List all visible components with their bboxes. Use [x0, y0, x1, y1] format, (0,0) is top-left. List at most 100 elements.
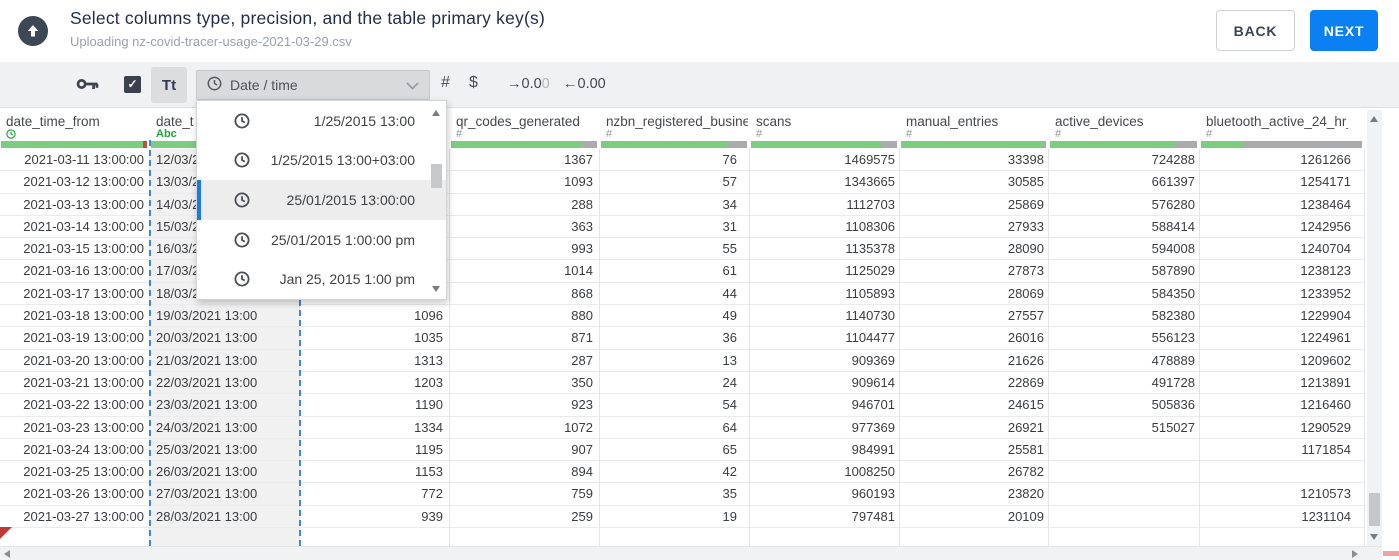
scroll-up-icon[interactable] [432, 110, 440, 116]
table-cell[interactable]: 28/03/2021 13:00 [150, 505, 300, 529]
number-type-button[interactable]: # [441, 74, 450, 92]
table-cell[interactable]: 772 [300, 483, 450, 506]
table-cell[interactable]: 2021-03-22 13:00:00 [0, 394, 150, 417]
table-cell[interactable]: 31 [600, 215, 750, 239]
table-cell[interactable]: 35 [600, 483, 750, 506]
table-cell[interactable]: 1334 [300, 416, 450, 439]
table-cell[interactable]: 1224961 [1200, 327, 1365, 350]
table-cell[interactable] [1049, 438, 1200, 462]
table-cell[interactable]: 26016 [900, 327, 1049, 350]
table-cell[interactable]: 27933 [900, 215, 1049, 239]
table-cell[interactable] [750, 528, 900, 548]
table-cell[interactable]: 1153 [300, 461, 450, 484]
table-cell[interactable]: 2021-03-14 13:00:00 [0, 215, 150, 239]
table-cell[interactable]: 582380 [1049, 305, 1200, 328]
boolean-type-checkbox[interactable]: ✓ [124, 76, 141, 93]
scroll-right-icon[interactable] [1352, 550, 1358, 558]
table-cell[interactable]: 1233952 [1200, 282, 1365, 306]
table-cell[interactable]: 30585 [900, 171, 1049, 194]
table-cell[interactable] [600, 528, 750, 548]
table-cell[interactable]: 1240704 [1200, 238, 1365, 261]
table-cell[interactable]: 1313 [300, 349, 450, 372]
table-cell[interactable]: 1135378 [750, 238, 900, 261]
dropdown-scrollbar-thumb[interactable] [431, 164, 442, 188]
table-cell[interactable]: 33398 [900, 149, 1049, 172]
table-cell[interactable]: 28090 [900, 238, 1049, 261]
table-cell[interactable]: 26782 [900, 461, 1049, 484]
table-cell[interactable]: 23820 [900, 483, 1049, 506]
table-cell[interactable]: 44 [600, 282, 750, 306]
table-cell[interactable]: 587890 [1049, 260, 1200, 283]
table-cell[interactable]: 2021-03-27 13:00:00 [0, 505, 150, 529]
table-cell[interactable]: 1213891 [1200, 371, 1365, 395]
table-cell[interactable]: 24615 [900, 394, 1049, 417]
table-cell[interactable]: 1105893 [750, 282, 900, 306]
table-cell[interactable]: 76 [600, 149, 750, 172]
table-cell[interactable]: 923 [450, 394, 600, 417]
table-cell[interactable]: 26/03/2021 13:00 [150, 461, 300, 484]
table-cell[interactable]: 1108306 [750, 215, 900, 239]
back-button[interactable]: BACK [1216, 10, 1295, 51]
table-cell[interactable]: 939 [300, 505, 450, 529]
table-cell[interactable] [1049, 528, 1200, 548]
table-cell[interactable]: 1195 [300, 438, 450, 462]
table-cell[interactable] [150, 528, 300, 548]
table-cell[interactable]: 907 [450, 438, 600, 462]
table-cell[interactable]: 2021-03-15 13:00:00 [0, 238, 150, 261]
table-cell[interactable]: 1209602 [1200, 349, 1365, 372]
text-type-button[interactable]: Tt [151, 67, 187, 103]
table-cell[interactable] [450, 528, 600, 548]
dropdown-option[interactable]: Jan 25, 2015 1:00 pm [197, 259, 446, 299]
table-cell[interactable]: 880 [450, 305, 600, 328]
column-header[interactable]: bluetooth_active_24_hr_ # [1200, 110, 1365, 141]
table-cell[interactable]: 1261266 [1200, 149, 1365, 172]
column-header[interactable]: scans # [750, 110, 900, 141]
table-cell[interactable]: 2021-03-25 13:00:00 [0, 461, 150, 484]
table-cell[interactable]: 259 [450, 505, 600, 529]
scroll-down-icon[interactable] [432, 286, 440, 292]
table-cell[interactable]: 2021-03-20 13:00:00 [0, 349, 150, 372]
primary-key-icon[interactable] [76, 77, 99, 96]
table-cell[interactable]: 797481 [750, 505, 900, 529]
table-cell[interactable]: 34 [600, 193, 750, 216]
column-header[interactable]: date_time_from [0, 110, 150, 141]
table-cell[interactable]: 1242956 [1200, 215, 1365, 239]
table-cell[interactable]: 2021-03-23 13:00:00 [0, 416, 150, 439]
table-cell[interactable]: 576280 [1049, 193, 1200, 216]
table-cell[interactable]: 57 [600, 171, 750, 194]
date-format-select[interactable]: Date / time [196, 70, 430, 100]
table-cell[interactable]: 1238464 [1200, 193, 1365, 216]
table-cell[interactable]: 1190 [300, 394, 450, 417]
table-cell[interactable]: 909369 [750, 349, 900, 372]
table-cell[interactable]: 505836 [1049, 394, 1200, 417]
table-cell[interactable]: 25581 [900, 438, 1049, 462]
table-cell[interactable]: 2021-03-16 13:00:00 [0, 260, 150, 283]
table-cell[interactable]: 54 [600, 394, 750, 417]
table-cell[interactable]: 1008250 [750, 461, 900, 484]
table-cell[interactable]: 26921 [900, 416, 1049, 439]
table-cell[interactable]: 20/03/2021 13:00 [150, 327, 300, 350]
table-cell[interactable] [300, 528, 450, 548]
column-header[interactable]: qr_codes_generated # [450, 110, 600, 141]
dropdown-option[interactable]: 25/01/2015 13:00:00 [197, 180, 446, 220]
scroll-left-icon[interactable] [4, 550, 10, 558]
table-cell[interactable]: 1140730 [750, 305, 900, 328]
table-cell[interactable]: 25/03/2021 13:00 [150, 438, 300, 462]
table-cell[interactable]: 594008 [1049, 238, 1200, 261]
table-cell[interactable]: 977369 [750, 416, 900, 439]
table-cell[interactable]: 1014 [450, 260, 600, 283]
table-cell[interactable]: 1210573 [1200, 483, 1365, 506]
table-cell[interactable]: 21/03/2021 13:00 [150, 349, 300, 372]
table-cell[interactable]: 42 [600, 461, 750, 484]
table-cell[interactable]: 64 [600, 416, 750, 439]
table-cell[interactable]: 27/03/2021 13:00 [150, 483, 300, 506]
table-cell[interactable]: 23/03/2021 13:00 [150, 394, 300, 417]
table-cell[interactable]: 1238123 [1200, 260, 1365, 283]
table-cell[interactable]: 2021-03-19 13:00:00 [0, 327, 150, 350]
table-cell[interactable]: 287 [450, 349, 600, 372]
dropdown-option[interactable]: 25/01/2015 1:00:00 pm [197, 220, 446, 260]
table-cell[interactable]: 27557 [900, 305, 1049, 328]
table-cell[interactable]: 1216460 [1200, 394, 1365, 417]
table-cell[interactable]: 2021-03-17 13:00:00 [0, 282, 150, 306]
table-cell[interactable]: 1035 [300, 327, 450, 350]
